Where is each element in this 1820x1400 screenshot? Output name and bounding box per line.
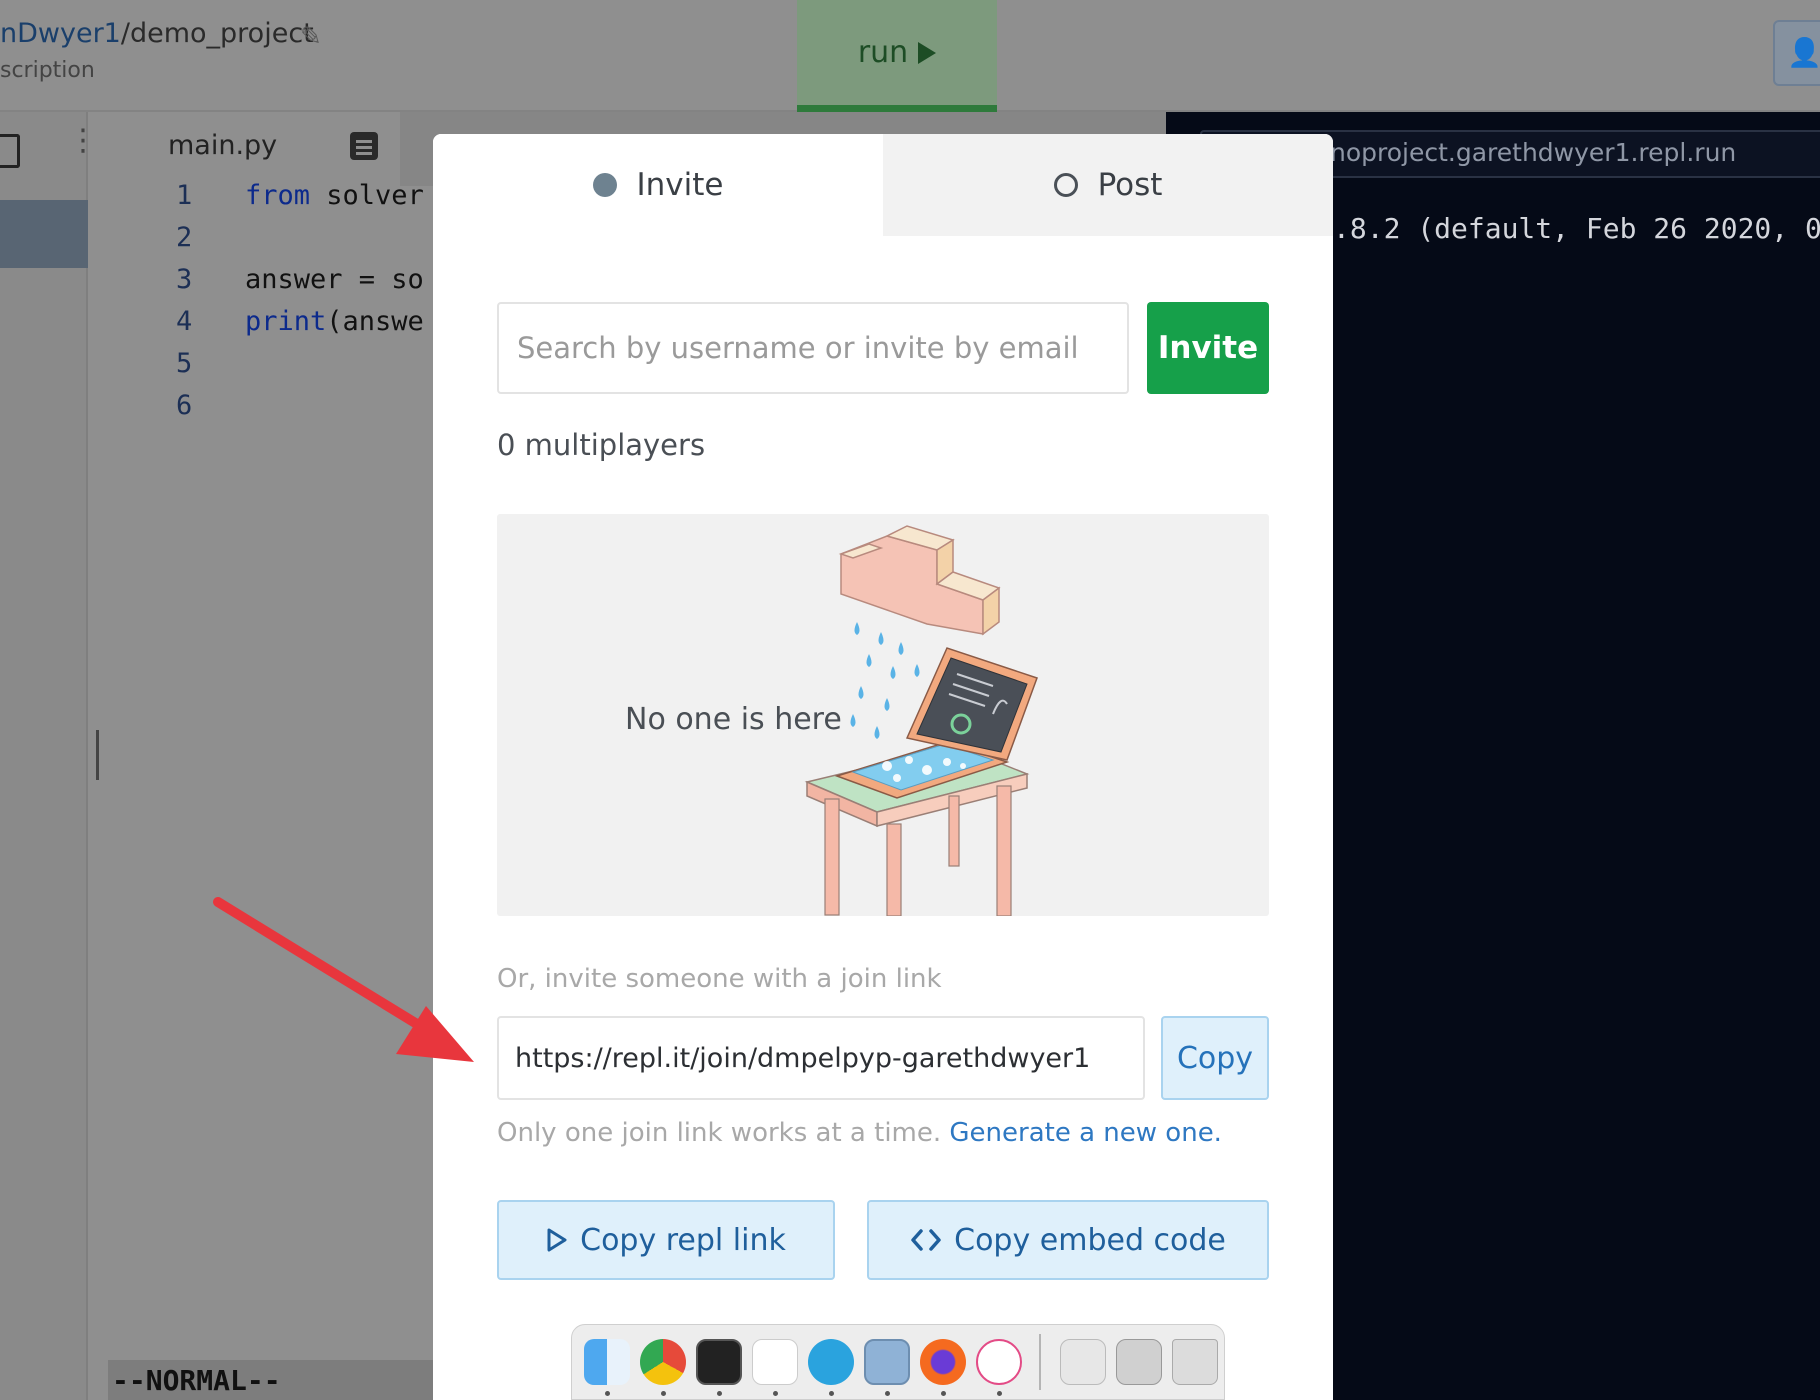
scanner-icon[interactable] [1116,1339,1162,1385]
rail-active-item[interactable] [0,200,88,268]
pane-splitter-handle[interactable] [96,730,99,780]
running-indicator [661,1391,666,1396]
webview-url: noproject.garethdwyer1.repl.run [1330,138,1737,167]
join-link-hint: Or, invite someone with a join link [497,964,942,994]
code-text: answer = so [245,264,424,295]
line-number: 5 [176,348,193,379]
chrome-icon[interactable] [640,1339,686,1385]
dock-separator [1039,1334,1041,1390]
macos-dock [571,1324,1225,1400]
code-line[interactable]: print(answe [245,306,424,337]
multiplayer-count: 0 multiplayers [497,428,706,462]
tab-invite-label: Invite [636,167,724,203]
preview-icon[interactable] [864,1339,910,1385]
copy-embed-code-label: Copy embed code [954,1222,1226,1258]
invite-people-button[interactable]: 👤 [1773,20,1820,86]
project-name[interactable]: demo_project [130,18,314,49]
files-icon[interactable] [0,134,20,168]
code-line[interactable]: answer = so [245,264,424,295]
running-indicator [829,1391,834,1396]
join-link-field[interactable] [497,1016,1145,1100]
project-owner-link[interactable]: nDwyer1 [0,18,121,49]
tab-label[interactable]: main.py [168,130,277,161]
project-description[interactable]: scription [0,58,95,83]
path-separator: / [120,18,130,49]
format-icon[interactable] [350,132,378,160]
empty-state-panel: No one is here [497,514,1269,916]
radio-unselected-icon [1053,173,1078,197]
running-indicator [773,1391,778,1396]
console-output: .8.2 (default, Feb 26 2020, 02: [1333,212,1820,245]
join-link-note-text: Only one join link works at a time. [497,1118,942,1148]
line-number: 4 [176,306,193,337]
edit-pencil-icon[interactable]: ✎ [300,22,322,52]
music-icon[interactable] [976,1339,1022,1385]
raining-laptop-illustration [804,525,1038,916]
terminal-icon[interactable] [696,1339,742,1385]
code-line[interactable]: from solver [245,180,424,211]
radio-selected-icon [592,173,617,197]
tab-post[interactable]: Post [883,134,1333,236]
play-icon [918,41,937,64]
play-outline-icon [547,1228,567,1252]
code-text: (answe [326,306,424,337]
code-text: solver [310,180,424,211]
project-path[interactable]: nDwyer1/demo_project [0,18,314,49]
code-keyword: from [245,180,311,211]
slack-icon[interactable] [752,1339,798,1385]
copy-join-link-button[interactable]: Copy [1161,1016,1269,1100]
invite-button[interactable]: Invite [1147,302,1269,394]
running-indicator [605,1391,610,1396]
running-indicator [941,1391,946,1396]
generate-new-link[interactable]: Generate a new one. [949,1118,1222,1148]
line-number: 1 [176,180,193,211]
copy-embed-code-button[interactable]: Copy embed code [867,1200,1269,1280]
line-number: 3 [176,264,193,295]
trash-icon[interactable] [1172,1339,1218,1385]
firefox-icon[interactable] [920,1339,966,1385]
share-modal: Invite Post Invite 0 multiplayers No one… [433,134,1333,1400]
code-keyword: print [245,306,327,337]
running-indicator [885,1391,890,1396]
left-rail [0,112,88,1400]
tab-post-label: Post [1097,167,1163,203]
line-number: 6 [176,390,193,421]
telegram-icon[interactable] [808,1339,854,1385]
running-indicator [717,1391,722,1396]
code-brackets-icon [911,1229,941,1251]
join-link-note: Only one join link works at a time. Gene… [497,1118,1222,1148]
more-options-icon[interactable]: ⋮ [68,126,98,156]
add-user-icon: 👤 [1787,36,1820,69]
finder-icon[interactable] [584,1339,630,1385]
run-button[interactable]: run [797,0,997,112]
line-number: 2 [176,222,193,253]
run-label: run [857,35,909,70]
copy-repl-link-button[interactable]: Copy repl link [497,1200,835,1280]
vim-mode-indicator: --NORMAL-- [112,1364,281,1397]
running-indicator [997,1391,1002,1396]
tab-invite[interactable]: Invite [433,134,883,236]
invite-search-input[interactable] [497,302,1129,394]
printer-icon[interactable] [1060,1339,1106,1385]
copy-repl-link-label: Copy repl link [580,1222,786,1258]
